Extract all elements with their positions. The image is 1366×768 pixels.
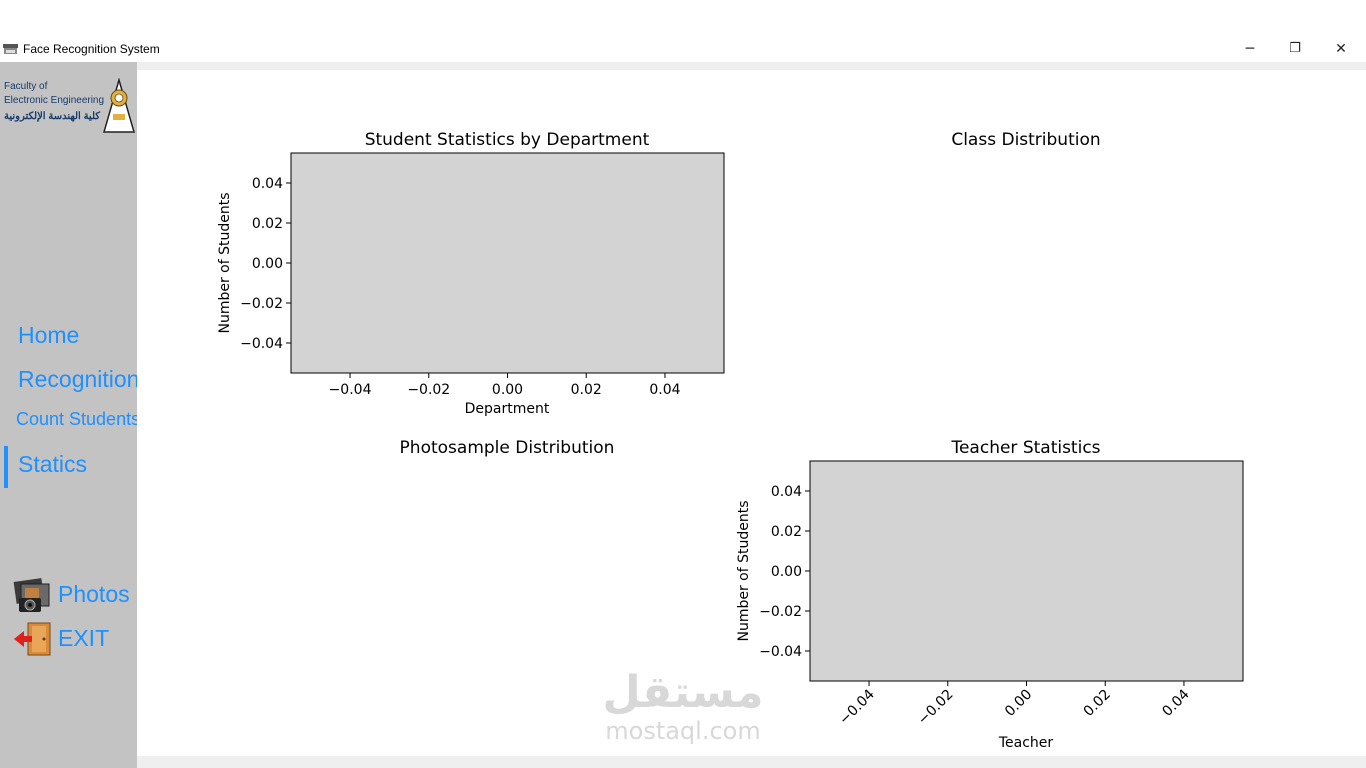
minimize-button[interactable]: ─: [1230, 40, 1270, 58]
exit-label: EXIT: [58, 625, 110, 651]
logo-line-engineering: Electronic Engineering: [4, 95, 105, 106]
window-title: Face Recognition System: [23, 42, 160, 56]
sidebar-item-home[interactable]: Home: [18, 322, 79, 349]
photos-label: Photos: [58, 581, 130, 607]
app-icon: [3, 44, 18, 54]
watermark: مستقل mostaql.com: [600, 667, 766, 745]
exit-door-icon: [14, 622, 51, 656]
close-button[interactable]: ✕: [1321, 40, 1361, 58]
logo-line-arabic: كلية الهندسة الإلكترونية: [4, 111, 101, 122]
sidebar-item-statics[interactable]: Statics: [18, 451, 87, 478]
sidebar-item-count-students[interactable]: Count Students: [16, 409, 137, 430]
active-nav-indicator: [4, 446, 8, 488]
university-seal-icon: [103, 78, 135, 133]
watermark-latin: mostaql.com: [605, 717, 761, 745]
exit-button[interactable]: EXIT: [12, 620, 137, 660]
statistics-panel: [137, 62, 1366, 756]
window-titlebar[interactable]: [0, 38, 1366, 62]
faculty-logo: Faculty of Electronic Engineering كلية ا…: [2, 78, 136, 134]
photos-button[interactable]: Photos: [12, 576, 137, 616]
maximize-button[interactable]: ❐: [1275, 40, 1315, 58]
panel-bottom-strip: [137, 756, 1366, 768]
camera-photos-icon: [13, 578, 50, 612]
panel-top-strip: [137, 62, 1366, 70]
watermark-arabic: مستقل: [602, 667, 764, 718]
logo-line-faculty: Faculty of: [4, 81, 48, 92]
sidebar-item-recognition[interactable]: Recognition: [18, 366, 137, 393]
desktop-top-area: [0, 0, 1366, 38]
